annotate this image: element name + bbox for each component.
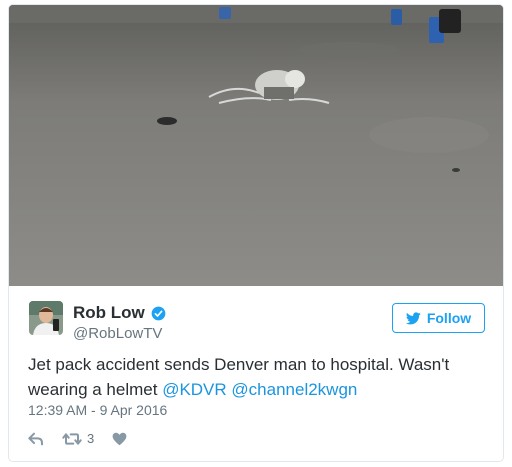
verified-icon xyxy=(151,306,166,320)
reply-button[interactable] xyxy=(28,432,44,446)
reply-icon xyxy=(28,432,43,445)
tweet-actions: 3 xyxy=(28,431,127,446)
follow-button[interactable]: Follow xyxy=(392,303,485,333)
retweet-icon xyxy=(62,432,82,445)
author-block: Rob Low @RobLowTV xyxy=(73,303,166,342)
like-icon xyxy=(112,432,127,445)
tweet-timestamp[interactable]: 12:39 AM - 9 Apr 2016 xyxy=(28,402,167,418)
tweet-photo[interactable] xyxy=(9,5,503,286)
author-handle[interactable]: @RobLowTV xyxy=(73,325,166,342)
retweet-count: 3 xyxy=(87,431,95,446)
twitter-bird-icon xyxy=(405,311,421,324)
tweet-card: Rob Low @RobLowTV Follow Jet pack accide… xyxy=(8,4,504,462)
follow-label: Follow xyxy=(426,310,472,326)
author-name[interactable]: Rob Low xyxy=(73,303,145,323)
retweet-button[interactable]: 3 xyxy=(62,431,94,446)
tweet-header: Rob Low @RobLowTV Follow xyxy=(9,286,503,346)
mention-link-kdvr[interactable]: @KDVR xyxy=(162,380,227,399)
mention-link-channel2kwgn[interactable]: @channel2kwgn xyxy=(231,380,357,399)
like-button[interactable] xyxy=(112,432,127,446)
avatar[interactable] xyxy=(29,301,63,335)
tweet-text: Jet pack accident sends Denver man to ho… xyxy=(28,352,488,402)
